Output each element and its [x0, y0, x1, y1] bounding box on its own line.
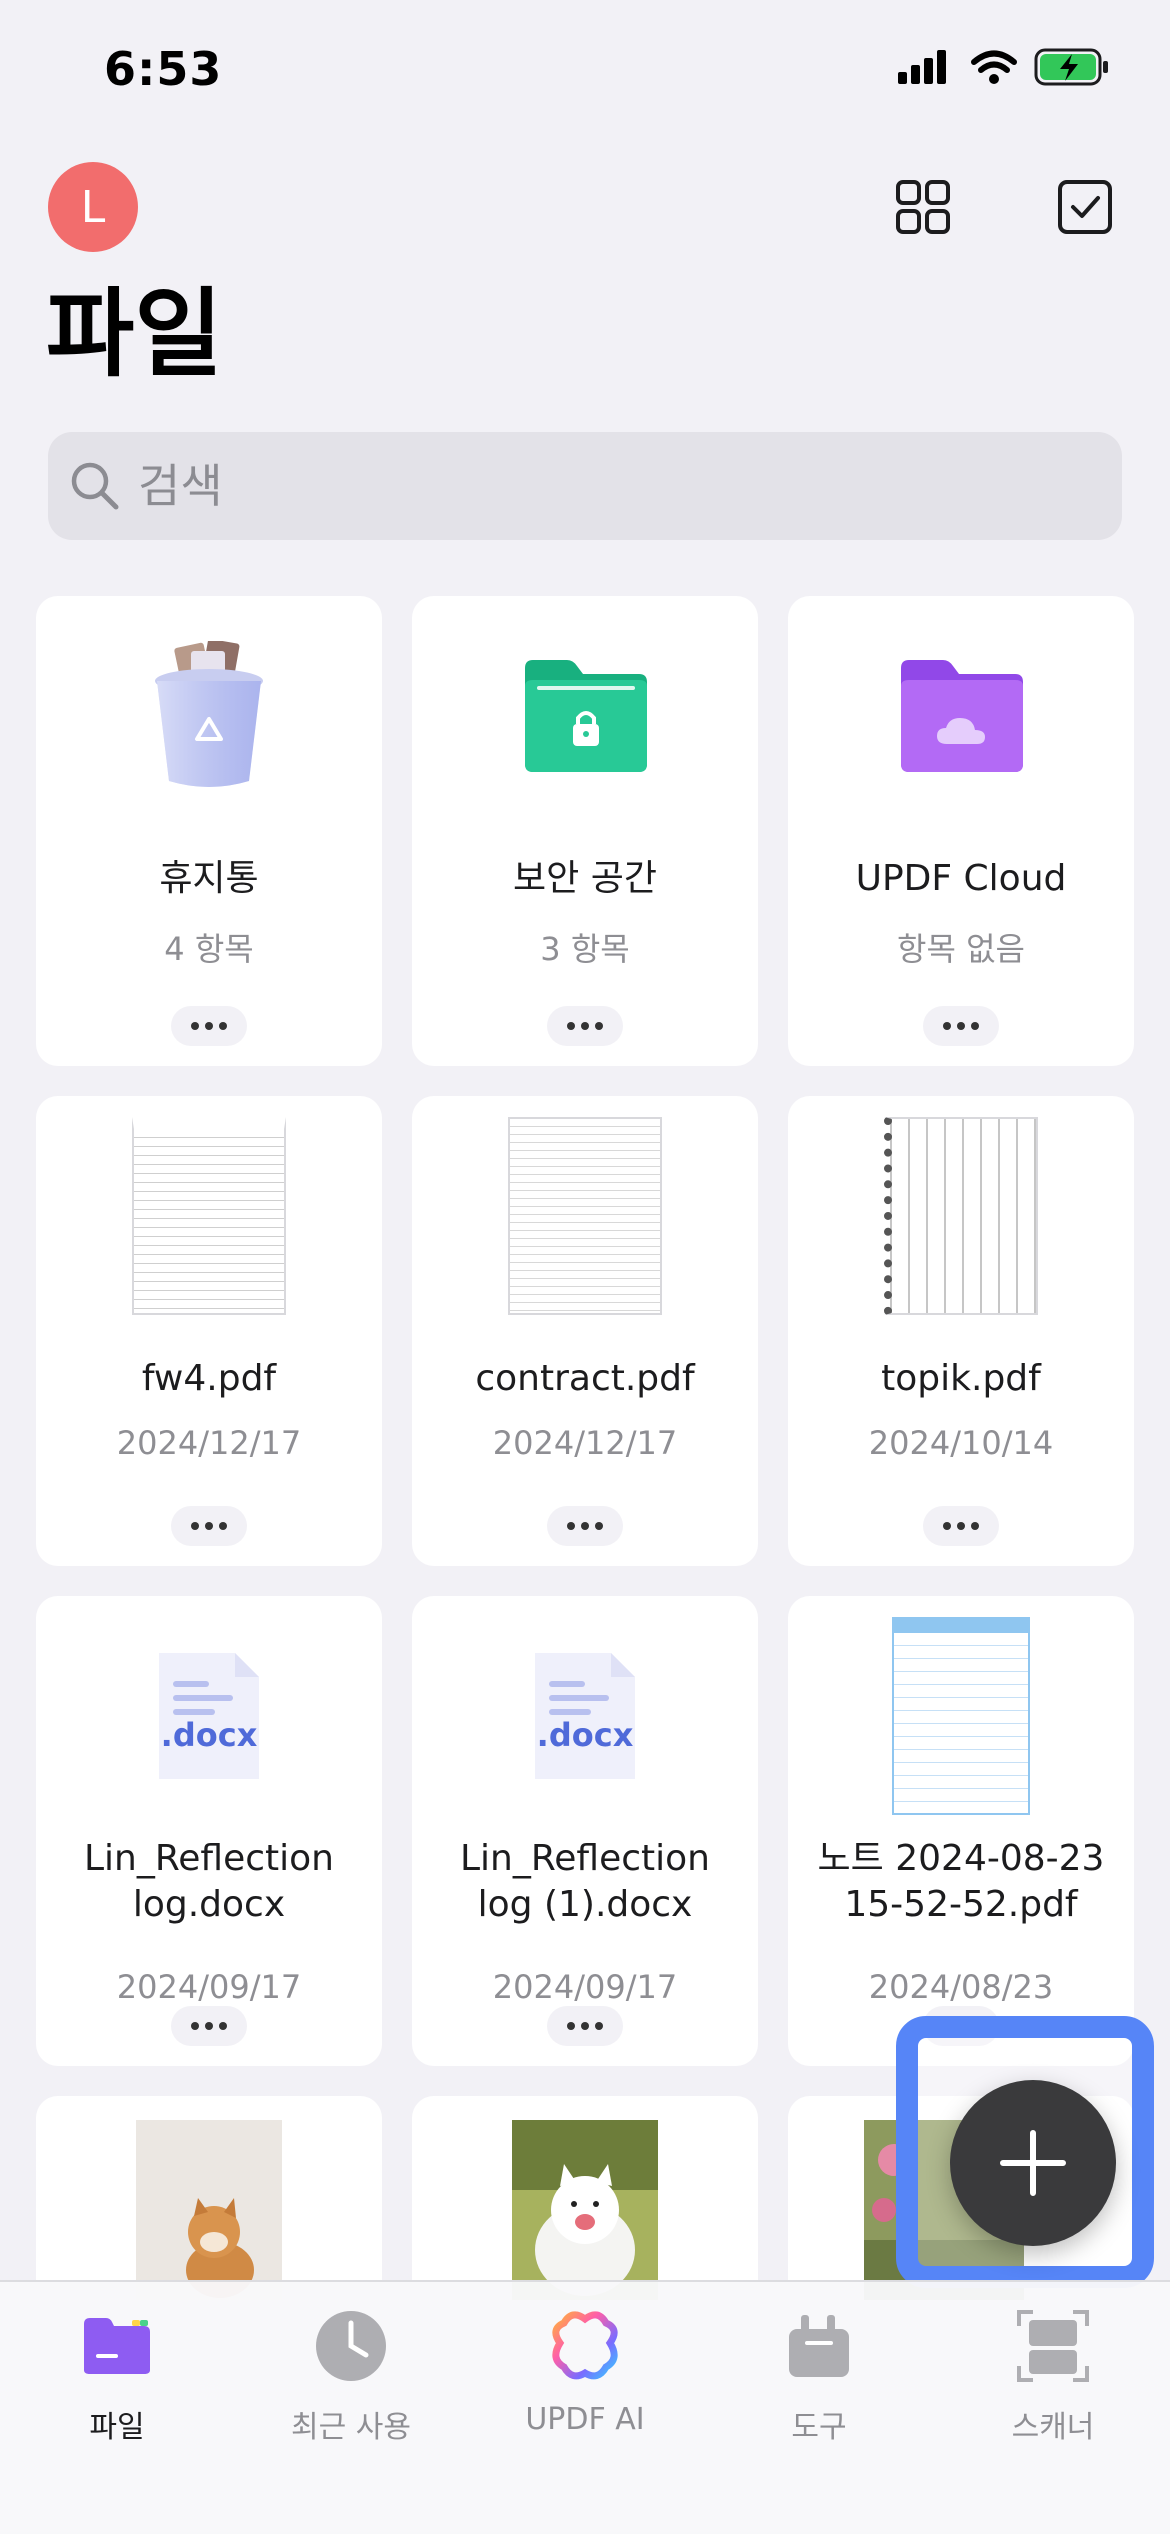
plus-icon: [1000, 2130, 1066, 2196]
tab-label: UPDF AI: [525, 2402, 645, 2437]
more-options-button[interactable]: [923, 1006, 999, 1046]
search-bar[interactable]: [48, 432, 1122, 540]
docx-extension-label: .docx: [536, 1716, 634, 1754]
tab-label: 스캐너: [1011, 2410, 1095, 2445]
tab-files[interactable]: 파일: [0, 2298, 234, 2468]
file-card-secure-space[interactable]: 보안 공간 3 항목: [412, 596, 758, 1066]
item-count: 4 항목: [164, 930, 254, 968]
file-card-contract[interactable]: contract.pdf 2024/12/17: [412, 1096, 758, 1566]
more-options-button[interactable]: [547, 1506, 623, 1546]
photo-thumbnail: [136, 2120, 282, 2300]
file-date: 2024/10/14: [868, 1424, 1054, 1462]
tab-label: 파일: [89, 2410, 145, 2445]
file-name: Lin_Reflection log (1).docx: [460, 1838, 710, 1925]
more-options-button[interactable]: [171, 1006, 247, 1046]
item-count: 3 항목: [540, 930, 630, 968]
file-card-updf-cloud[interactable]: UPDF Cloud 항목 없음: [788, 596, 1134, 1066]
docx-extension-label: .docx: [160, 1716, 258, 1754]
more-options-button[interactable]: [547, 1006, 623, 1046]
tab-label: 도구: [791, 2410, 847, 2445]
tab-recent[interactable]: 최근 사용: [234, 2298, 468, 2468]
pdf-thumbnail: [132, 1117, 286, 1315]
dog-photo-icon: [186, 2198, 254, 2298]
file-card-note[interactable]: 노트 2024-08-23 15-52-52.pdf 2024/08/23: [788, 1596, 1134, 2066]
tab-updf-ai[interactable]: UPDF AI: [468, 2298, 702, 2468]
secure-folder-icon: [525, 660, 647, 772]
file-date: 2024/08/23: [868, 1968, 1054, 2006]
cellular-signal-icon: [898, 50, 946, 84]
add-button[interactable]: [950, 2080, 1116, 2246]
more-options-button[interactable]: [547, 2006, 623, 2046]
file-date: 2024/09/17: [492, 1968, 678, 2006]
cloud-folder-icon: [901, 660, 1023, 772]
file-name: Lin_Reflection log.docx: [84, 1838, 334, 1925]
grid-view-icon[interactable]: [894, 178, 952, 236]
trash-icon: [155, 641, 263, 787]
file-card-fw4[interactable]: fw4.pdf 2024/12/17: [36, 1096, 382, 1566]
status-icons: [898, 48, 1110, 86]
file-card-reflection-log-1[interactable]: .docx Lin_Reflection log (1).docx 2024/0…: [412, 1596, 758, 2066]
more-options-button[interactable]: [171, 2006, 247, 2046]
tab-bar: 파일 최근 사용 UPDF AI 도구 스캐너: [0, 2280, 1170, 2534]
more-options-button[interactable]: [171, 1506, 247, 1546]
avatar[interactable]: L: [48, 162, 138, 252]
file-name: fw4.pdf: [141, 1358, 277, 1399]
pdf-thumbnail: [508, 1117, 662, 1315]
tab-label: 최근 사용: [291, 2410, 411, 2445]
file-card-reflection-log[interactable]: .docx Lin_Reflection log.docx 2024/09/17: [36, 1596, 382, 2066]
wifi-icon: [971, 50, 1017, 84]
status-bar: 6:53: [0, 0, 1170, 150]
file-name: contract.pdf: [475, 1358, 695, 1399]
file-card-topik[interactable]: topik.pdf 2024/10/14: [788, 1096, 1134, 1566]
search-input[interactable]: [136, 458, 1040, 514]
select-checkbox-icon[interactable]: [1056, 178, 1114, 236]
battery-charging-icon: [1034, 48, 1108, 86]
file-date: 2024/12/17: [492, 1424, 678, 1462]
avatar-letter: L: [80, 181, 106, 233]
file-date: 2024/12/17: [116, 1424, 302, 1462]
tab-scanner[interactable]: 스캐너: [936, 2298, 1170, 2468]
file-card-trash[interactable]: 휴지통 4 항목: [36, 596, 382, 1066]
notebook-thumbnail: [892, 1617, 1030, 1815]
file-name: 노트 2024-08-23 15-52-52.pdf: [817, 1838, 1105, 1925]
file-date: 2024/09/17: [116, 1968, 302, 2006]
toolbox-icon: [789, 2315, 849, 2377]
item-name: 보안 공간: [513, 858, 657, 899]
item-name: 휴지통: [159, 858, 259, 899]
scanner-icon: [1017, 2310, 1089, 2382]
clock-icon: [316, 2311, 386, 2381]
photo-thumbnail: [512, 2120, 658, 2300]
folder-icon: [84, 2318, 150, 2374]
search-icon: [71, 462, 119, 510]
tab-tools[interactable]: 도구: [702, 2298, 936, 2468]
dog-photo-icon: [512, 2120, 658, 2296]
item-count: 항목 없음: [897, 930, 1025, 968]
page-title: 파일: [46, 278, 223, 390]
more-options-button[interactable]: [923, 1506, 999, 1546]
pdf-thumbnail: [884, 1117, 1038, 1315]
status-time: 6:53: [104, 42, 223, 96]
ai-icon: [552, 2311, 618, 2380]
item-name: UPDF Cloud: [855, 858, 1067, 899]
file-name: topik.pdf: [881, 1358, 1041, 1399]
